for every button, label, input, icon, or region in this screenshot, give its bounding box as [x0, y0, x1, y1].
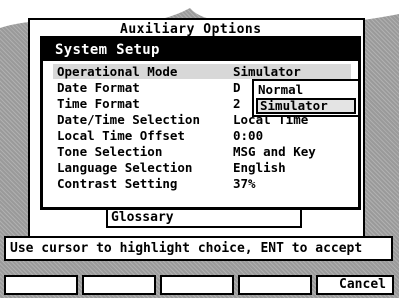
setting-row-tone-selection[interactable]: Tone Selection MSG and Key [53, 144, 351, 159]
softkey-4[interactable] [238, 275, 312, 295]
glossary-item[interactable]: Glossary [106, 208, 302, 228]
setting-label: Contrast Setting [57, 176, 178, 191]
setting-value[interactable]: 37% [233, 176, 256, 191]
setting-label: Language Selection [57, 160, 193, 175]
setting-value[interactable]: Simulator [233, 64, 301, 79]
setting-label: Date Format [57, 80, 140, 95]
setting-row-language-selection[interactable]: Language Selection English [53, 160, 351, 175]
softkey-2[interactable] [82, 275, 156, 295]
setting-label: Date/Time Selection [57, 112, 200, 127]
softkey-1[interactable] [4, 275, 78, 295]
setting-label: Local Time Offset [57, 128, 185, 143]
setting-value[interactable]: 2 [233, 96, 241, 111]
setting-row-local-time-offset[interactable]: Local Time Offset 0:00 [53, 128, 351, 143]
setting-value[interactable]: 0:00 [233, 128, 263, 143]
prompt-bar: Use cursor to highlight choice, ENT to a… [4, 236, 393, 261]
cancel-button[interactable]: Cancel [316, 275, 394, 295]
setting-value[interactable]: D [233, 80, 241, 95]
setting-label: Time Format [57, 96, 140, 111]
softkey-3[interactable] [160, 275, 234, 295]
setting-value[interactable]: MSG and Key [233, 144, 316, 159]
system-setup-title: System Setup [43, 39, 358, 61]
operational-mode-dropdown[interactable]: Normal Simulator [252, 79, 360, 117]
setting-label: Tone Selection [57, 144, 163, 159]
dropdown-option-normal[interactable]: Normal [256, 82, 356, 98]
setting-row-operational-mode[interactable]: Operational Mode Simulator [53, 64, 351, 79]
system-setup-window: System Setup Operational Mode Simulator … [40, 36, 361, 210]
setting-label: Operational Mode [57, 64, 178, 79]
dropdown-option-simulator[interactable]: Simulator [256, 98, 356, 114]
setting-value[interactable]: English [233, 160, 286, 175]
auxiliary-options-title: Auxiliary Options [120, 22, 262, 37]
setting-row-contrast-setting[interactable]: Contrast Setting 37% [53, 176, 351, 191]
